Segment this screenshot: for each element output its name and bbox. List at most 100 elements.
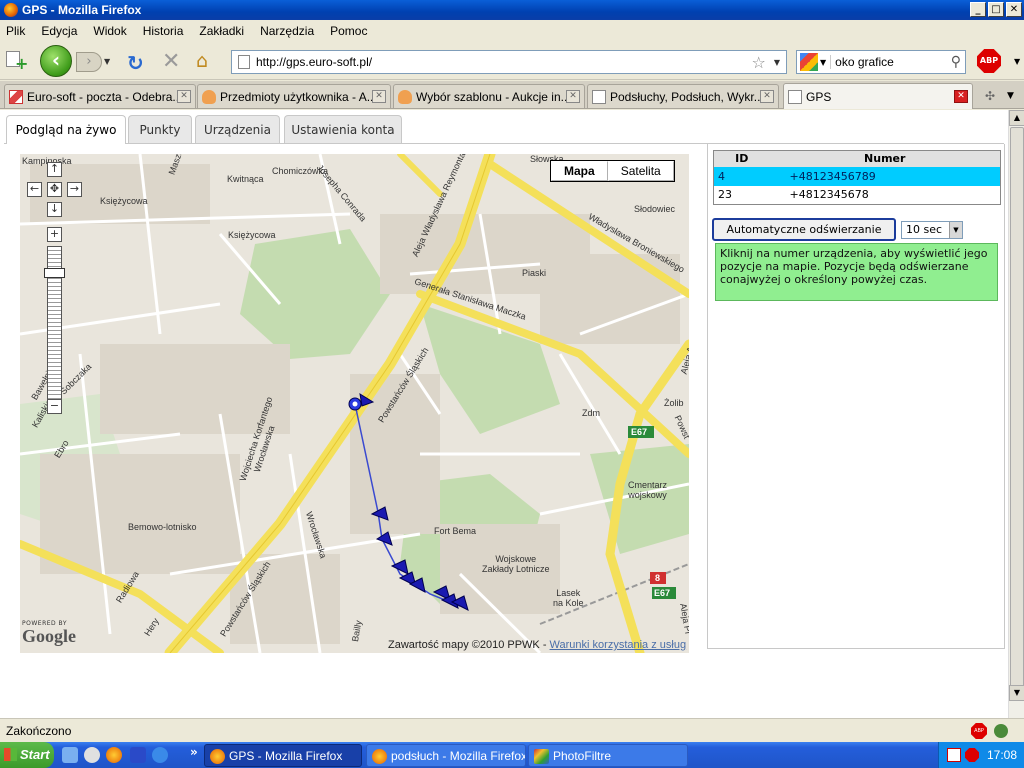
map-label: Bemowo-lotnisko: [128, 522, 197, 532]
tab-account-settings[interactable]: Ustawienia konta: [284, 115, 402, 143]
new-tab-icon[interactable]: ✣: [979, 86, 1001, 106]
info-message: Kliknij na numer urządzenia, aby wyświet…: [715, 243, 998, 301]
tab-close-icon[interactable]: ✕: [566, 90, 580, 103]
extension-status-icon[interactable]: [994, 724, 1008, 738]
taskbar-item[interactable]: PhotoFiltre: [528, 744, 688, 767]
pan-left-icon[interactable]: ←: [27, 182, 42, 197]
close-button[interactable]: ✕: [1006, 2, 1022, 17]
tab-devices[interactable]: Urządzenia: [195, 115, 280, 143]
google-search-engine-icon[interactable]: [800, 53, 818, 71]
tab-close-icon[interactable]: ✕: [760, 90, 774, 103]
refresh-interval-select[interactable]: 10 sec ▼: [901, 221, 963, 239]
tab-close-icon[interactable]: ✕: [954, 90, 968, 103]
menu-tools[interactable]: Narzędzia: [260, 24, 314, 38]
device-row[interactable]: 23 +4812345678: [714, 186, 1001, 205]
new-page-icon[interactable]: +: [6, 51, 28, 72]
start-button[interactable]: Start: [0, 742, 54, 768]
taskbar-item-label: PhotoFiltre: [553, 749, 612, 763]
tab-live-view[interactable]: Podgląd na żywo: [6, 115, 126, 144]
tab-close-icon[interactable]: ✕: [372, 90, 386, 103]
menu-bookmarks[interactable]: Zakładki: [199, 24, 244, 38]
device-id[interactable]: 23: [714, 186, 770, 205]
zoom-in-icon[interactable]: +: [47, 227, 62, 242]
stop-icon[interactable]: ✕: [162, 49, 180, 74]
browser-tab[interactable]: Wybór szablonu - Aukcje in... ✕: [393, 84, 585, 108]
map-type-satellite-button[interactable]: Satelita: [607, 161, 674, 181]
quicklaunch-firefox-icon[interactable]: [106, 747, 122, 763]
search-bar[interactable]: ▼ oko grafice ⚲: [796, 50, 966, 74]
zoom-out-icon[interactable]: −: [47, 399, 62, 414]
menu-view[interactable]: Widok: [93, 24, 126, 38]
adblock-dropdown-icon[interactable]: ▼: [1014, 57, 1020, 66]
browser-tab[interactable]: Podsłuchy, Podsłuch, Wykr... ✕: [587, 84, 779, 108]
browser-tab[interactable]: Przedmioty użytkownika - A... ✕: [197, 84, 391, 108]
reload-icon[interactable]: ↻: [127, 51, 144, 75]
forward-button[interactable]: ›: [76, 52, 102, 72]
quicklaunch-save-icon[interactable]: [130, 747, 146, 763]
home-icon[interactable]: ⌂: [196, 50, 208, 72]
device-row[interactable]: 4 +48123456789: [713, 166, 1001, 186]
pan-right-icon[interactable]: →: [67, 182, 82, 197]
device-number[interactable]: +4812345678: [770, 186, 1001, 205]
pan-center-icon[interactable]: ✥: [47, 182, 62, 197]
device-id[interactable]: 4: [713, 166, 770, 186]
menu-file[interactable]: Plik: [6, 24, 25, 38]
google-logo-text: Google: [22, 626, 76, 646]
map-view[interactable]: Kampinoska Maszewska Kwitnąca Chomiczówk…: [20, 154, 689, 653]
chevron-down-icon[interactable]: ▼: [949, 222, 962, 238]
map-graphics: [20, 154, 689, 653]
adblock-status-icon[interactable]: ABP: [971, 723, 987, 739]
tray-adblock-icon[interactable]: [965, 748, 979, 762]
browser-tab[interactable]: Euro-soft - poczta - Odebra... ✕: [4, 84, 196, 108]
scroll-down-icon[interactable]: ▼: [1009, 685, 1024, 701]
tab-list-icon[interactable]: ▼: [1007, 86, 1014, 106]
url-text[interactable]: http://gps.euro-soft.pl/: [256, 55, 752, 69]
auto-refresh-button[interactable]: Automatyczne odświerzanie: [712, 218, 896, 241]
url-bar[interactable]: http://gps.euro-soft.pl/ ☆ ▼: [231, 50, 787, 74]
quicklaunch-more-icon[interactable]: »: [190, 745, 198, 759]
vertical-scrollbar[interactable]: ▲ ▼: [1008, 110, 1024, 718]
tab-close-icon[interactable]: ✕: [177, 90, 191, 103]
device-number[interactable]: +48123456789: [769, 166, 1001, 186]
page-icon: [788, 89, 802, 104]
pan-down-icon[interactable]: ↓: [47, 202, 62, 217]
history-dropdown-icon[interactable]: ▼: [104, 57, 110, 66]
window-title: GPS - Mozilla Firefox: [22, 3, 142, 17]
search-input[interactable]: oko grafice: [830, 55, 951, 69]
zoom-slider-thumb[interactable]: [44, 268, 65, 278]
taskbar-item-label: GPS - Mozilla Firefox: [229, 749, 343, 763]
status-bar: Zakończono ABP: [0, 718, 1024, 742]
quicklaunch-media-icon[interactable]: [84, 747, 100, 763]
site-icon: [238, 55, 250, 69]
menu-history[interactable]: Historia: [143, 24, 184, 38]
tray-app-icon[interactable]: [947, 748, 961, 762]
scroll-up-icon[interactable]: ▲: [1009, 110, 1024, 126]
browser-tab-label: GPS: [806, 89, 832, 104]
quicklaunch-browser-icon[interactable]: [152, 747, 168, 763]
map-terms-link[interactable]: Warunki korzystania z usług: [550, 639, 687, 651]
search-icon[interactable]: ⚲: [951, 54, 961, 70]
quicklaunch-ie-icon[interactable]: [62, 747, 78, 763]
firefox-icon: [372, 749, 387, 764]
taskbar-item[interactable]: GPS - Mozilla Firefox: [204, 744, 362, 767]
menu-help[interactable]: Pomoc: [330, 24, 367, 38]
status-text: Zakończono: [6, 724, 72, 738]
window-controls: _ □ ✕: [970, 2, 1022, 17]
search-engine-dropdown-icon[interactable]: ▼: [820, 58, 826, 67]
tab-points[interactable]: Punkty: [128, 115, 192, 143]
map-label: Piaski: [522, 268, 547, 278]
scrollbar-thumb[interactable]: [1010, 127, 1024, 687]
url-dropdown-icon[interactable]: ▼: [774, 58, 780, 67]
minimize-button[interactable]: _: [970, 2, 986, 17]
taskbar-item[interactable]: podsłuch - Mozilla Firefox: [366, 744, 526, 767]
device-table-header-number: Numer: [769, 150, 1001, 167]
map-type-map-button[interactable]: Mapa: [551, 161, 608, 181]
pan-up-icon[interactable]: ↑: [47, 162, 62, 177]
browser-tab-active[interactable]: GPS ✕: [783, 83, 973, 109]
google-logo[interactable]: POWERED BY Google: [22, 620, 76, 645]
back-button[interactable]: ‹: [40, 45, 72, 77]
menu-edit[interactable]: Edycja: [41, 24, 77, 38]
maximize-button[interactable]: □: [988, 2, 1004, 17]
bookmark-star-icon[interactable]: ☆: [752, 53, 766, 72]
allegro-icon: [202, 89, 216, 104]
